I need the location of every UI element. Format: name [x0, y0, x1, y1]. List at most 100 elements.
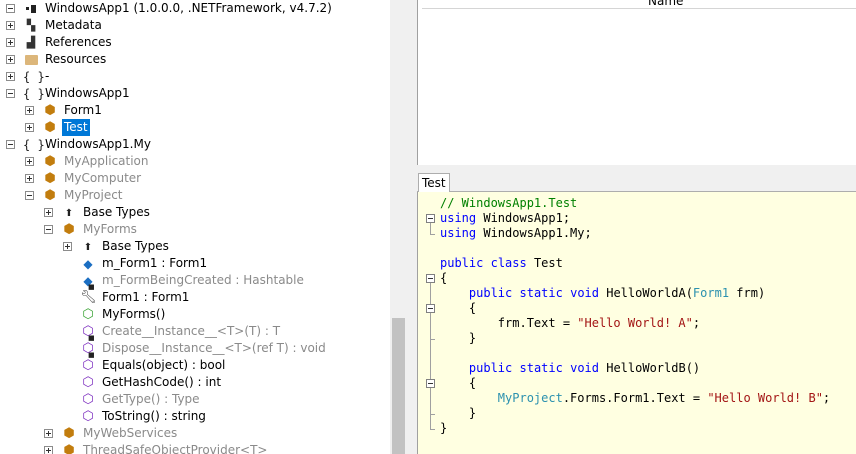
outline-guide-end	[430, 339, 435, 340]
tree-item[interactable]: ⬡ ■ Create__Instance__<T>(T) : T	[0, 323, 407, 342]
grid-header[interactable]: Name	[422, 0, 856, 9]
grid-column-name[interactable]: Name	[648, 0, 683, 8]
collapse-region-icon[interactable]	[426, 379, 435, 388]
code-token: ;	[692, 316, 701, 330]
collapse-icon[interactable]	[6, 4, 15, 13]
code-token: frm)	[729, 286, 766, 300]
code-token: static	[519, 286, 563, 300]
tree-item[interactable]: Resources	[0, 51, 407, 68]
expand-icon[interactable]	[6, 72, 15, 81]
code-line: {	[440, 271, 447, 286]
code-line: public static void HelloWorldB()	[440, 361, 700, 376]
tree-item[interactable]: ⬡ MyForms()	[0, 306, 407, 323]
collapse-region-icon[interactable]	[426, 214, 435, 223]
tree-scrollbar-thumb[interactable]	[392, 318, 405, 454]
base-types-icon: ⬆	[83, 242, 93, 253]
tree-item[interactable]: ⬡ ToString() : string	[0, 408, 407, 425]
tree-item[interactable]: ⬡ GetHashCode() : int	[0, 374, 407, 391]
tree-item[interactable]: ⬢ MyComputer	[0, 170, 407, 187]
outline-guide	[430, 388, 431, 414]
collapse-icon[interactable]	[44, 225, 53, 234]
code-token: HelloWorldA(	[599, 286, 693, 300]
code-line: {	[440, 376, 476, 391]
tree-item[interactable]: ⬢ MyWebServices	[0, 425, 407, 442]
code-editor[interactable]: // WindowsApp1.Test using WindowsApp1; usi…	[417, 192, 856, 454]
field-icon: ◆	[83, 257, 93, 271]
tree-item[interactable]: ▟ References	[0, 34, 407, 51]
tree-item[interactable]: ⬢ MyForms	[0, 221, 407, 238]
metadata-icon: ▚	[26, 19, 36, 32]
namespace-icon: { }	[23, 87, 45, 101]
code-line: MyProject.Forms.Form1.Text = "Hello Worl…	[440, 391, 830, 406]
class-icon: ⬢	[63, 443, 75, 454]
collapse-region-icon[interactable]	[426, 304, 435, 313]
tree-item[interactable]: { } -	[0, 68, 407, 85]
code-token: public	[440, 256, 484, 270]
code-token: frm.Text =	[440, 316, 578, 330]
expand-icon[interactable]	[6, 21, 15, 30]
tree-item[interactable]: ⬢ MyProject	[0, 187, 407, 204]
assembly-tree[interactable]: WindowsApp1 (1.0.0.0, .NETFramework, v4.…	[0, 0, 407, 454]
tree-item[interactable]: ⬢ Test	[0, 119, 407, 136]
code-line: }	[440, 421, 447, 436]
expand-icon[interactable]	[6, 38, 15, 47]
tree-item[interactable]: ▚ Metadata	[0, 17, 407, 34]
tree-item[interactable]: ⬆ Base Types	[0, 238, 407, 255]
tree-item[interactable]: 🔧︎ Form1 : Form1	[0, 289, 407, 306]
base-types-icon: ⬆	[64, 208, 74, 219]
tree-item[interactable]: ⬢ Form1	[0, 102, 407, 119]
class-icon: ⬢	[44, 103, 56, 118]
code-line: using WindowsApp1.My;	[440, 226, 592, 241]
code-token: public	[468, 286, 513, 300]
expand-icon[interactable]	[63, 242, 72, 251]
tree-item[interactable]: ◆ ■ m_FormBeingCreated : Hashtable	[0, 272, 407, 291]
tree-item[interactable]: WindowsApp1 (1.0.0.0, .NETFramework, v4.…	[0, 0, 407, 17]
tree-item[interactable]: ⬡ Equals(object) : bool	[0, 357, 407, 374]
tree-item[interactable]: ◆ m_Form1 : Form1	[0, 255, 407, 272]
tree-item[interactable]: ⬡ GetType() : Type	[0, 391, 407, 408]
expand-icon[interactable]	[44, 208, 53, 217]
tree-item-label: Form1	[64, 103, 102, 117]
namespace-icon: { }	[23, 70, 45, 84]
code-line: public class Test	[440, 256, 563, 271]
collapse-icon[interactable]	[25, 191, 34, 200]
expand-icon[interactable]	[25, 123, 34, 132]
tree-item[interactable]: { } WindowsApp1.My	[0, 136, 407, 153]
vertical-splitter[interactable]	[407, 0, 417, 454]
tree-item[interactable]: ⬡ ■ Dispose__Instance__<T>(ref T) : void	[0, 340, 407, 359]
collapse-region-icon[interactable]	[426, 274, 435, 283]
tree-item-label: MyWebServices	[83, 426, 178, 440]
code-token: "Hello World! A"	[577, 316, 693, 330]
expand-icon[interactable]	[25, 157, 34, 166]
class-icon: ⬢	[63, 222, 75, 237]
method-icon: ⬡	[82, 392, 94, 407]
tree-item-label: Metadata	[45, 18, 102, 32]
tree-item-label: Dispose__Instance__<T>(ref T) : void	[102, 341, 326, 355]
expand-icon[interactable]	[25, 174, 34, 183]
expand-icon[interactable]	[6, 55, 15, 64]
tree-item-label: MyProject	[64, 188, 123, 202]
private-method-icon: ⬡ ■	[82, 341, 95, 359]
class-icon: ⬢	[63, 426, 75, 441]
code-token: "Hello World! B"	[707, 391, 823, 405]
tree-item[interactable]: { } WindowsApp1	[0, 85, 407, 102]
references-icon: ▟	[26, 36, 36, 49]
tree-item[interactable]: ⬢ MyApplication	[0, 153, 407, 170]
code-token: // WindowsApp1.Test	[440, 196, 578, 210]
tree-item-label: Resources	[45, 52, 107, 66]
collapse-icon[interactable]	[6, 89, 15, 98]
expand-icon[interactable]	[44, 446, 53, 454]
member-grid[interactable]: Name	[417, 0, 856, 165]
tree-item[interactable]: ⬢ ThreadSafeObjectProvider<T>	[0, 442, 407, 454]
code-token: using	[440, 226, 477, 240]
collapse-icon[interactable]	[6, 140, 15, 149]
tab-test[interactable]: Test	[418, 173, 450, 193]
tree-item[interactable]: ⬆ Base Types	[0, 204, 407, 221]
horizontal-splitter[interactable]	[417, 165, 856, 173]
expand-icon[interactable]	[44, 429, 53, 438]
code-token: .Forms.Form1.Text =	[562, 391, 708, 405]
expand-icon[interactable]	[25, 106, 34, 115]
